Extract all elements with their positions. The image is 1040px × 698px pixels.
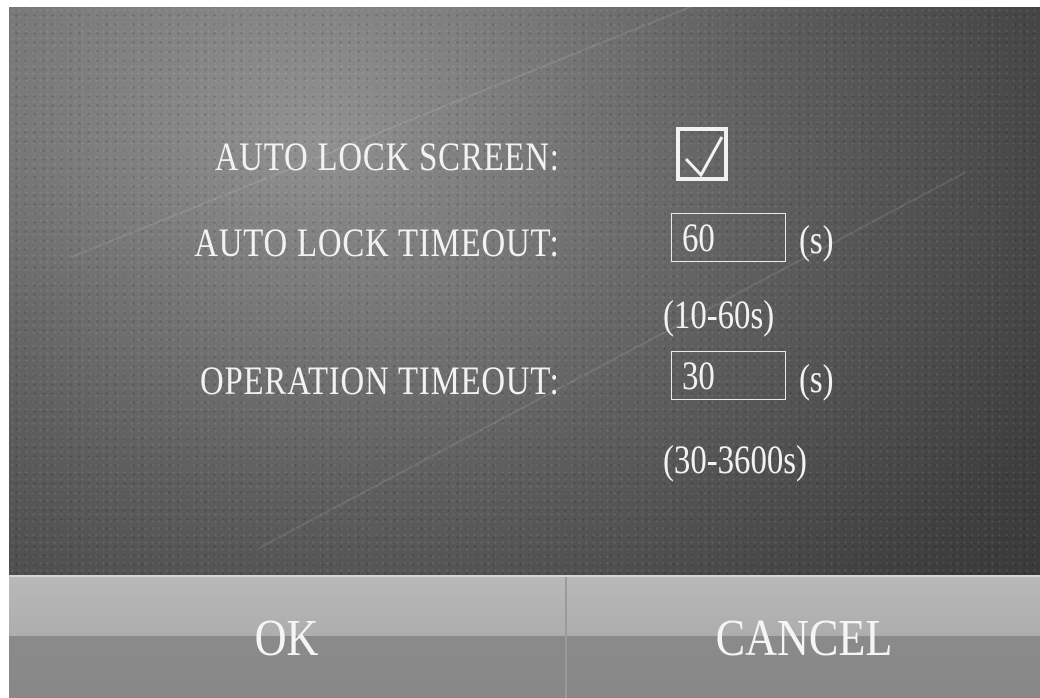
operation-timeout-range: (30-3600s) bbox=[663, 437, 807, 482]
ok-button-label: OK bbox=[255, 610, 319, 667]
cancel-button[interactable]: CANCEL bbox=[567, 577, 1040, 698]
checkmark-icon bbox=[684, 136, 724, 178]
auto-lock-screen-checkbox[interactable] bbox=[676, 127, 728, 181]
operation-timeout-label: OPERATION TIMEOUT: bbox=[200, 358, 560, 403]
button-bar: OK CANCEL bbox=[9, 575, 1040, 698]
settings-screen: AUTO LOCK SCREEN: AUTO LOCK TIMEOUT: 60 … bbox=[9, 7, 1040, 698]
auto-lock-timeout-input[interactable]: 60 bbox=[671, 213, 786, 262]
cancel-button-label: CANCEL bbox=[715, 610, 892, 667]
operation-timeout-input[interactable]: 30 bbox=[671, 351, 786, 400]
ok-button[interactable]: OK bbox=[9, 577, 565, 698]
auto-lock-timeout-unit: (s) bbox=[799, 217, 834, 262]
auto-lock-timeout-label: AUTO LOCK TIMEOUT: bbox=[194, 220, 560, 265]
auto-lock-timeout-value: 60 bbox=[682, 215, 715, 260]
auto-lock-screen-label: AUTO LOCK SCREEN: bbox=[214, 134, 560, 179]
operation-timeout-unit: (s) bbox=[799, 356, 834, 401]
operation-timeout-value: 30 bbox=[682, 353, 715, 398]
auto-lock-timeout-range: (10-60s) bbox=[663, 292, 775, 337]
